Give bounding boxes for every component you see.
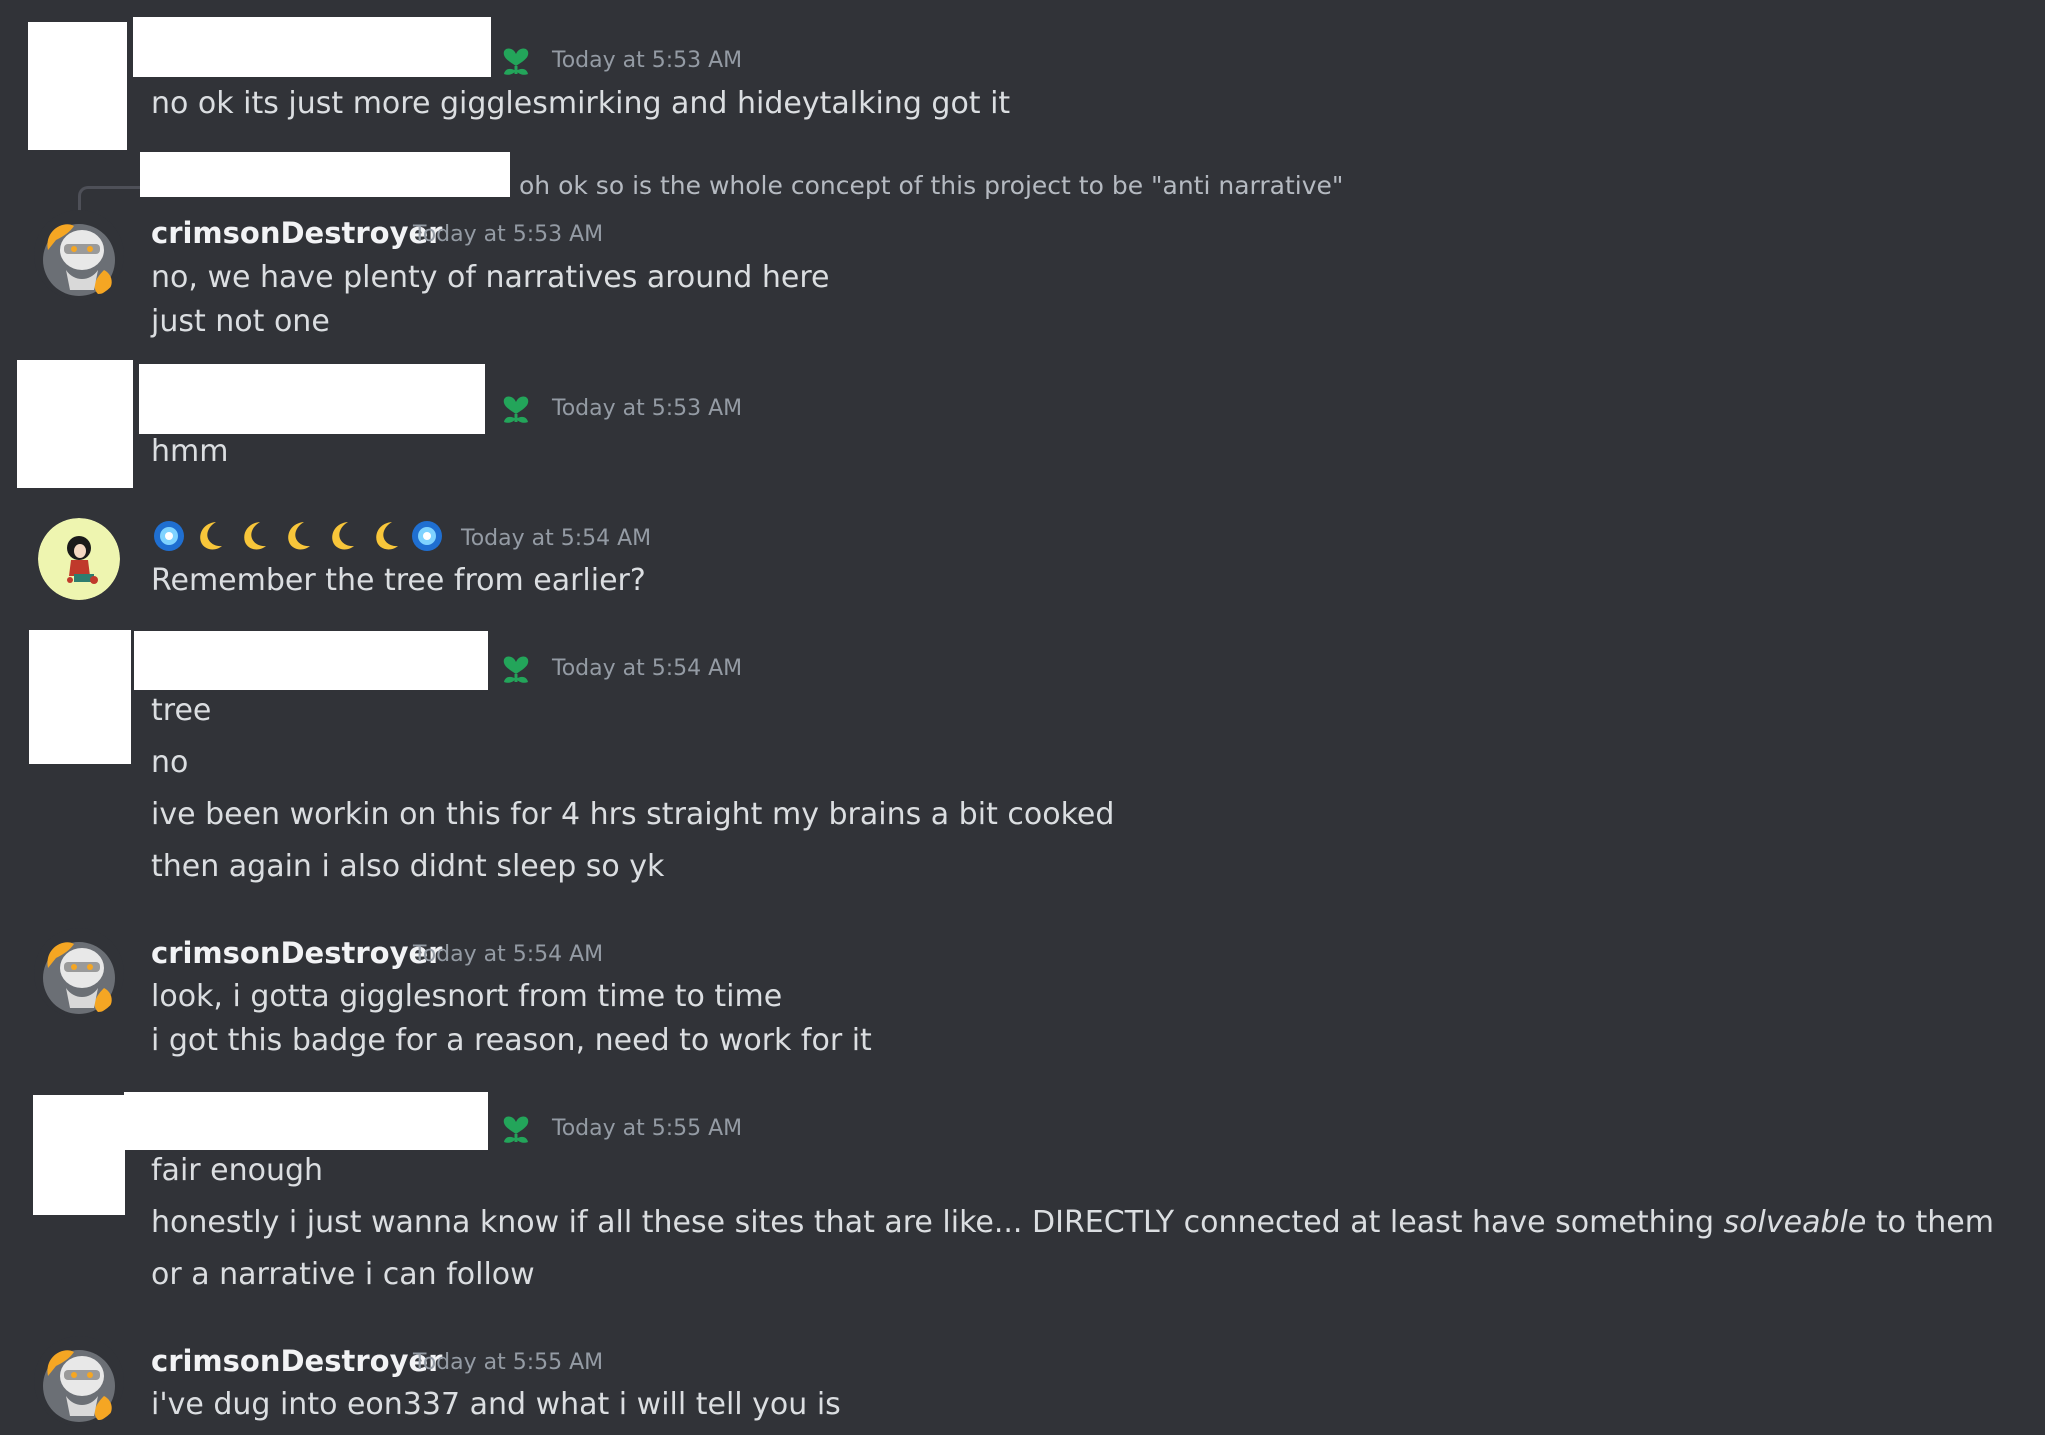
redacted-avatar[interactable] — [29, 630, 131, 764]
role-icon[interactable] — [496, 648, 536, 688]
message-text: no ok its just more gigglesmirking and h… — [151, 86, 1011, 121]
message-text: look, i gotta gigglesnort from time to t… — [151, 979, 783, 1014]
message-timestamp[interactable]: Today at 5:55 AM — [413, 1348, 603, 1378]
username[interactable]: crimsonDestroyer — [151, 1343, 442, 1379]
redacted-username[interactable] — [139, 364, 485, 434]
username[interactable]: crimsonDestroyer — [151, 935, 442, 971]
message-text: tree — [151, 693, 212, 728]
redacted-username[interactable] — [124, 1092, 488, 1150]
redacted-avatar[interactable] — [33, 1095, 125, 1215]
redacted-username[interactable] — [133, 17, 491, 77]
message-text-segment: to them — [1866, 1205, 1994, 1240]
message-text: just not one — [151, 304, 330, 339]
message-timestamp[interactable]: Today at 5:53 AM — [552, 46, 742, 76]
reply-connector — [78, 186, 145, 213]
message-timestamp[interactable]: Today at 5:54 AM — [413, 940, 603, 970]
blue-orb-icon — [154, 521, 184, 551]
redacted-avatar[interactable] — [17, 360, 133, 488]
message-text: Remember the tree from earlier? — [151, 563, 646, 598]
message-text: i've dug into eon337 and what i will tel… — [151, 1387, 841, 1422]
message-text: ive been workin on this for 4 hrs straig… — [151, 797, 1115, 832]
avatar[interactable] — [34, 928, 124, 1018]
avatar[interactable] — [34, 210, 124, 300]
crescent-moon-icon — [200, 522, 222, 550]
avatar[interactable] — [34, 1336, 124, 1426]
message-text-with-emphasis: honestly i just wanna know if all these … — [151, 1203, 1994, 1243]
message-text: no — [151, 745, 189, 780]
crescent-moon-icon — [376, 522, 398, 550]
avatar[interactable] — [38, 518, 120, 600]
redacted-username[interactable] — [134, 631, 488, 690]
role-icon[interactable] — [496, 388, 536, 428]
redacted-avatar[interactable] — [28, 22, 127, 150]
message-text: then again i also didnt sleep so yk — [151, 849, 665, 884]
message-timestamp[interactable]: Today at 5:53 AM — [552, 394, 742, 424]
message-text-segment: honestly i just wanna know if all these … — [151, 1205, 1724, 1240]
crescent-moon-icon — [244, 522, 266, 550]
message-text: i got this badge for a reason, need to w… — [151, 1023, 872, 1058]
crescent-moon-icon — [332, 522, 354, 550]
blue-orb-icon — [412, 521, 442, 551]
message-text: no, we have plenty of narratives around … — [151, 260, 830, 295]
role-icon[interactable] — [496, 40, 536, 80]
reply-preview-text[interactable]: oh ok so is the whole concept of this pr… — [519, 170, 1343, 202]
chat-messages-pane: Today at 5:53 AM no ok its just more gig… — [0, 0, 2045, 1435]
emphasized-text: solveable — [1723, 1205, 1867, 1240]
username[interactable]: crimsonDestroyer — [151, 215, 442, 251]
role-icon[interactable] — [496, 1108, 536, 1148]
message-timestamp[interactable]: Today at 5:55 AM — [552, 1114, 742, 1144]
message-timestamp[interactable]: Today at 5:53 AM — [413, 220, 603, 250]
message-text: hmm — [151, 434, 229, 469]
message-timestamp[interactable]: Today at 5:54 AM — [552, 654, 742, 684]
message-text: fair enough — [151, 1153, 324, 1188]
message-text: or a narrative i can follow — [151, 1257, 535, 1292]
message-timestamp[interactable]: Today at 5:54 AM — [461, 524, 651, 554]
redacted-reply-author[interactable] — [140, 152, 510, 197]
crescent-moon-icon — [288, 522, 310, 550]
